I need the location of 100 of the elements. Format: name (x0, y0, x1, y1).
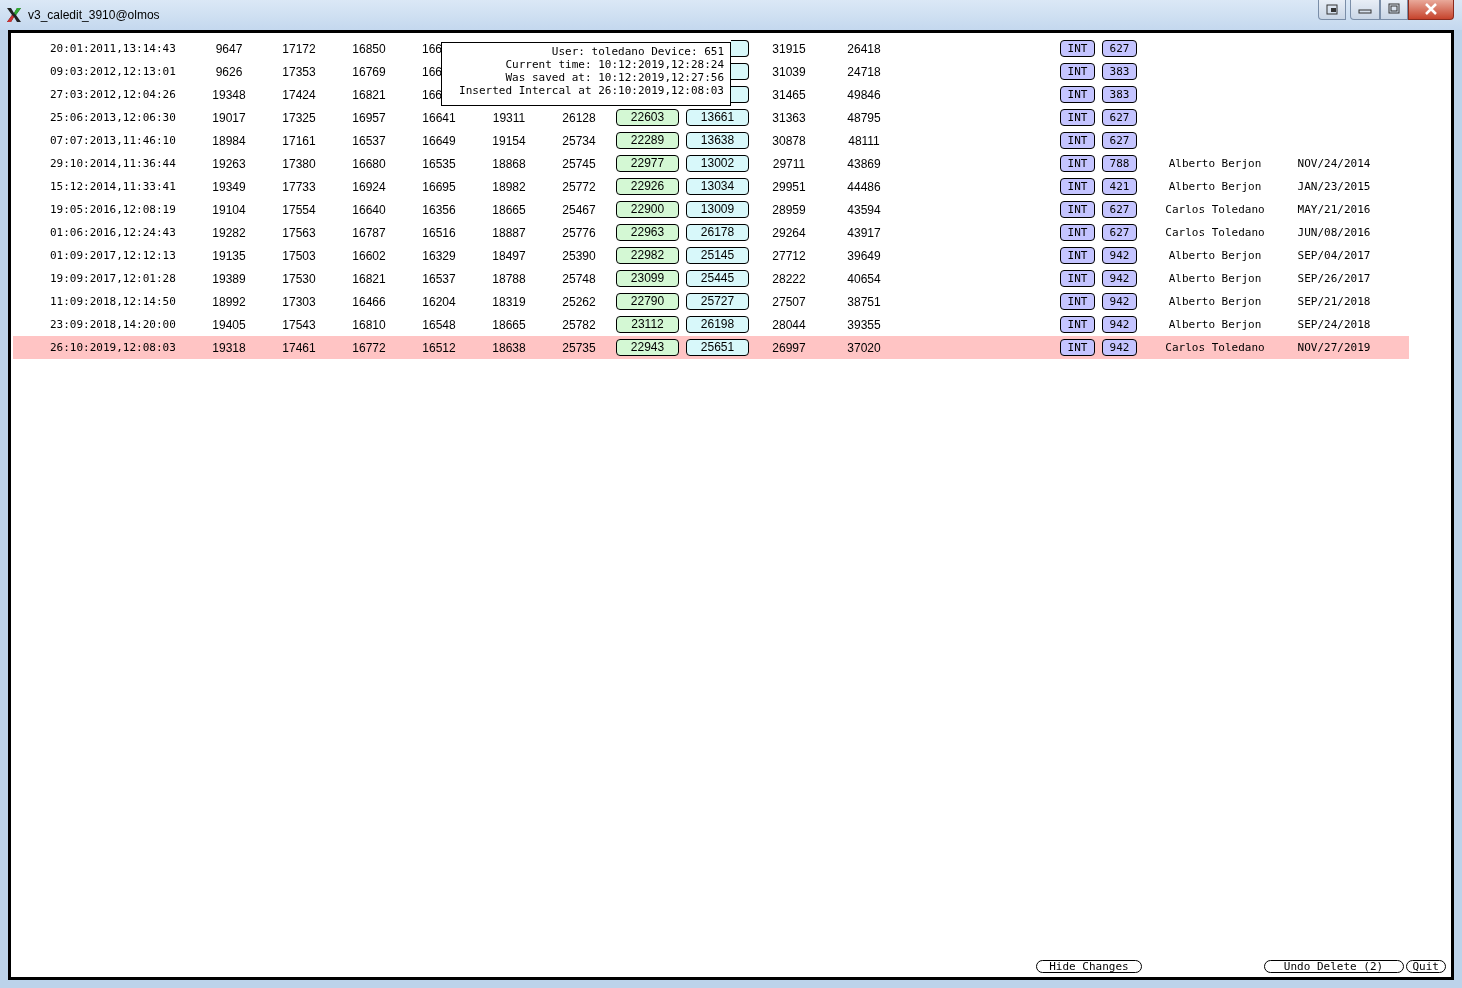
device-chip[interactable]: 383 (1102, 63, 1137, 80)
restore-icon[interactable] (1318, 0, 1346, 20)
table-cell-text: 23:09:2018,14:20:00 (49, 318, 177, 331)
table-cell-text: SEP/21/2018 (1296, 295, 1372, 308)
device-chip[interactable]: 942 (1102, 247, 1137, 264)
tooltip-line: Was saved at: 10:12:2019,12:27:56 (505, 71, 724, 84)
table-cell-text: 16769 (351, 64, 387, 79)
table-cell-text: 28222 (771, 271, 807, 286)
device-chip[interactable]: 942 (1102, 293, 1137, 310)
table-cell-text: 16641 (421, 110, 457, 125)
table-cell-text: 19:05:2016,12:08:19 (49, 203, 177, 216)
table-cell-text: 19104 (211, 202, 247, 217)
table-cell-text: 43917 (846, 225, 882, 240)
window-title: v3_caledit_3910@olmos (28, 8, 160, 22)
table-cell-text: Alberto Berjon (1167, 180, 1263, 193)
value-chip: 26178 (686, 224, 749, 241)
table-cell-text: 16787 (351, 225, 387, 240)
tooltip-line: Current time: 10:12:2019,12:28:24 (505, 58, 724, 71)
table-cell-text: 39355 (846, 317, 882, 332)
table-cell-text: 43594 (846, 202, 882, 217)
table-cell-text: 39649 (846, 248, 882, 263)
table-cell-text: 44486 (846, 179, 882, 194)
table-cell-text: 25390 (561, 248, 597, 263)
table-cell-text: 40654 (846, 271, 882, 286)
device-chip[interactable]: 421 (1102, 178, 1137, 195)
table-cell-text: Alberto Berjon (1167, 318, 1263, 331)
type-chip[interactable]: INT (1060, 109, 1095, 126)
table-cell-text: 15:12:2014,11:33:41 (49, 180, 177, 193)
table-cell-text: Carlos Toledano (1164, 341, 1266, 354)
device-chip[interactable]: 383 (1102, 86, 1137, 103)
table-cell-text: 19311 (491, 110, 527, 125)
type-chip[interactable]: INT (1060, 224, 1095, 241)
table-cell-text: 17461 (281, 340, 317, 355)
device-chip[interactable]: 627 (1102, 201, 1137, 218)
table-cell-text: 31039 (771, 64, 807, 79)
action-button[interactable]: Hide Changes (1036, 959, 1142, 973)
type-chip[interactable]: INT (1060, 132, 1095, 149)
device-chip[interactable]: 788 (1102, 155, 1137, 172)
table-cell-text: 16649 (421, 133, 457, 148)
table-cell-text: 16957 (351, 110, 387, 125)
device-chip[interactable]: 627 (1102, 109, 1137, 126)
table-cell-text: 16204 (421, 294, 457, 309)
table-cell-text: 19:09:2017,12:01:28 (49, 272, 177, 285)
table-cell-text: Alberto Berjon (1167, 272, 1263, 285)
table-cell-text: 26:10:2019,12:08:03 (49, 341, 177, 354)
table-cell-text: 29951 (771, 179, 807, 194)
device-chip[interactable]: 942 (1102, 316, 1137, 333)
device-chip[interactable]: 627 (1102, 40, 1137, 57)
table-cell-text: 01:09:2017,12:12:13 (49, 249, 177, 262)
type-chip[interactable]: INT (1060, 316, 1095, 333)
table-cell-text: 17554 (281, 202, 317, 217)
table-cell-text: Alberto Berjon (1167, 249, 1263, 262)
type-chip[interactable]: INT (1060, 155, 1095, 172)
maximize-icon[interactable] (1380, 0, 1408, 20)
value-chip: 23112 (616, 316, 679, 333)
action-button[interactable]: Quit (1405, 959, 1446, 973)
table-cell-text: 17563 (281, 225, 317, 240)
table-cell-text: 19017 (211, 110, 247, 125)
table-cell-text: 48795 (846, 110, 882, 125)
table-cell-text: 25:06:2013,12:06:30 (49, 111, 177, 124)
type-chip[interactable]: INT (1060, 270, 1095, 287)
table-cell-text: 16810 (351, 317, 387, 332)
selected-row-highlight[interactable]: 26:10:2019,12:08:03 19318 17461 16772 16512 18638 25735 22943 25651 26997 37020 INT 942 Carlos Toledano NOV/27/2019 (13, 336, 1409, 359)
tooltip-line: Inserted Intercal at 26:10:2019,12:08:03 (459, 84, 724, 97)
table-cell-text: 16537 (421, 271, 457, 286)
type-chip[interactable]: INT (1060, 86, 1095, 103)
table-cell-text: SEP/04/2017 (1296, 249, 1372, 262)
close-icon[interactable] (1408, 0, 1454, 20)
type-chip[interactable]: INT (1060, 247, 1095, 264)
action-button[interactable]: Undo Delete (2) (1263, 959, 1404, 973)
value-chip: 22943 (616, 339, 679, 356)
table-cell-text: 16680 (351, 156, 387, 171)
table-cell-text: 16695 (421, 179, 457, 194)
value-chip: 22790 (616, 293, 679, 310)
device-chip[interactable]: 627 (1102, 224, 1137, 241)
table-cell-text: 166 (421, 87, 443, 102)
device-chip[interactable]: 627 (1102, 132, 1137, 149)
table-cell-text: 19282 (211, 225, 247, 240)
value-chip: 22926 (616, 178, 679, 195)
type-chip[interactable]: INT (1060, 293, 1095, 310)
table-cell-text: 17543 (281, 317, 317, 332)
type-chip[interactable]: INT (1060, 178, 1095, 195)
table-cell-text: 20:01:2011,13:14:43 (49, 42, 177, 55)
device-chip[interactable]: 942 (1102, 270, 1137, 287)
device-chip[interactable]: 942 (1102, 339, 1137, 356)
table-cell-text: JUN/08/2016 (1296, 226, 1372, 239)
table-cell-text: 16850 (351, 41, 387, 56)
type-chip[interactable]: INT (1060, 40, 1095, 57)
table-cell-text: 25734 (561, 133, 597, 148)
table-cell-text: 29711 (771, 156, 807, 171)
type-chip[interactable]: INT (1060, 63, 1095, 80)
type-chip[interactable]: INT (1060, 339, 1095, 356)
type-chip[interactable]: INT (1060, 201, 1095, 218)
table-cell-text: 17503 (281, 248, 317, 263)
table-cell-text: 29264 (771, 225, 807, 240)
table-cell-text: 01:06:2016,12:24:43 (49, 226, 177, 239)
table-cell-text: 18887 (491, 225, 527, 240)
table-cell-text: 16548 (421, 317, 457, 332)
table-cell-text: SEP/24/2018 (1296, 318, 1372, 331)
table-cell-text: 16821 (351, 271, 387, 286)
